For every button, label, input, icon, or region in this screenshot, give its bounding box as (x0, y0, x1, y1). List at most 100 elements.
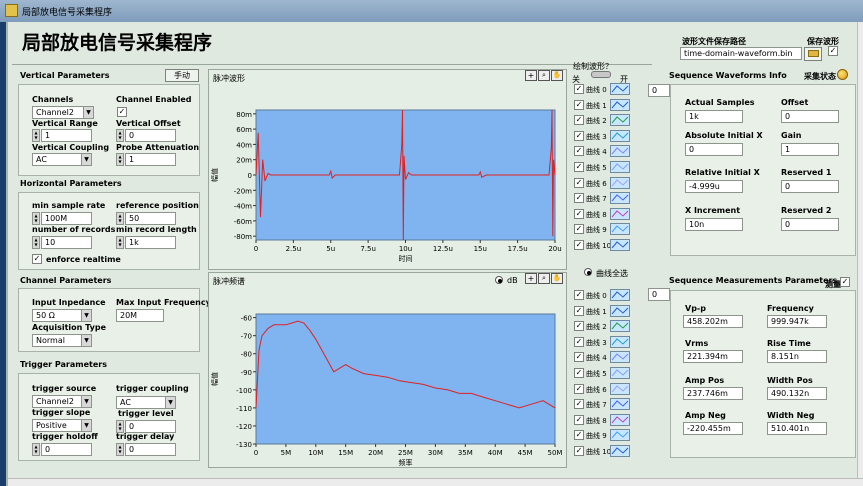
zoom-icon[interactable]: ⌕ (538, 273, 550, 284)
spin-arrows-icon[interactable]: ▲ ▼ (116, 129, 124, 142)
spin-arrows-icon[interactable]: ▲ ▼ (32, 236, 40, 249)
legend-checkbox[interactable]: ✓ (574, 305, 584, 316)
spin-arrows-icon[interactable]: ▲ ▼ (32, 129, 40, 142)
spin-arrows-icon[interactable]: ▲ ▼ (116, 212, 124, 225)
top-legend-item[interactable]: ✓ 曲线 1 (574, 98, 634, 112)
top-legend-item[interactable]: ✓ 曲线 10 (574, 238, 634, 252)
vertical-range-value[interactable]: 1 (41, 129, 92, 142)
plot-style-icon[interactable] (610, 429, 630, 442)
plot-style-icon[interactable] (610, 83, 630, 95)
top-legend-item[interactable]: ✓ 曲线 6 (574, 176, 634, 190)
horizontal-scrollbar[interactable] (8, 478, 863, 486)
spin-arrows-icon[interactable]: ▲ ▼ (116, 236, 124, 249)
plot-style-icon[interactable] (610, 398, 630, 411)
acquisition-type-select[interactable]: Normal ▼ (32, 334, 92, 347)
probe-attenuation-control[interactable]: ▲ ▼ 1 (116, 153, 176, 166)
bottom-legend-item[interactable]: ✓ 曲线 9 (574, 428, 634, 442)
legend-checkbox[interactable]: ✓ (574, 290, 584, 300)
plot-style-icon[interactable] (610, 98, 630, 111)
record-length-value[interactable]: 1k (125, 236, 176, 249)
plot-style-icon[interactable] (610, 382, 630, 395)
sample-rate-value[interactable]: 100M (41, 212, 92, 225)
legend-checkbox[interactable]: ✓ (574, 352, 584, 363)
plot-style-icon[interactable] (610, 192, 630, 205)
legend-checkbox[interactable]: ✓ (574, 240, 584, 250)
bottom-legend-item[interactable]: ✓ 曲线 4 (574, 350, 634, 364)
vertical-offset-control[interactable]: ▲ ▼ 0 (116, 129, 176, 142)
legend-checkbox[interactable]: ✓ (574, 115, 584, 126)
legend-checkbox[interactable]: ✓ (574, 399, 584, 410)
plot-style-icon[interactable] (610, 413, 630, 426)
plot-style-icon[interactable] (610, 176, 630, 189)
plot-style-icon[interactable] (610, 223, 630, 236)
max-input-frequency-field[interactable]: 20M (116, 309, 164, 322)
zoom-icon[interactable]: ⌕ (538, 70, 550, 81)
legend-checkbox[interactable]: ✓ (574, 130, 584, 141)
channel-enabled-checkbox[interactable]: ✓ (117, 107, 127, 117)
manual-button[interactable]: 手动 (165, 69, 199, 82)
probe-attenuation-value[interactable]: 1 (125, 153, 176, 166)
plot-style-icon[interactable] (610, 335, 630, 348)
plot-style-icon[interactable] (610, 114, 630, 127)
plot-style-icon[interactable] (610, 351, 630, 364)
legend-checkbox[interactable]: ✓ (574, 336, 584, 347)
legend-checkbox[interactable]: ✓ (574, 177, 584, 188)
plot-style-icon[interactable] (610, 207, 630, 220)
bottom-legend-item[interactable]: ✓ 曲线 5 (574, 366, 634, 380)
measure-checkbox[interactable]: ✓ (840, 277, 850, 287)
trigger-coupling-select[interactable]: AC ▼ (116, 396, 176, 409)
reference-position-value[interactable]: 50 (125, 212, 176, 225)
crosshair-icon[interactable]: + (525, 273, 537, 284)
plot-style-icon[interactable] (610, 445, 630, 457)
time-waveform-chart[interactable]: 80m60m40m20m0-20m-40m-60m-80m0 2.5u 5u 7.5u… (209, 82, 566, 268)
top-legend-item[interactable]: ✓ 曲线 7 (574, 191, 634, 205)
top-legend-item[interactable]: ✓ 曲线 3 (574, 129, 634, 143)
legend-checkbox[interactable]: ✓ (574, 208, 584, 219)
spin-arrows-icon[interactable]: ▲ ▼ (116, 153, 124, 166)
vertical-scrollbar[interactable] (857, 22, 863, 478)
input-impedance-select[interactable]: 50 Ω ▼ (32, 309, 92, 322)
crosshair-icon[interactable]: + (525, 70, 537, 81)
legend-checkbox[interactable]: ✓ (574, 446, 584, 456)
vertical-offset-value[interactable]: 0 (125, 129, 176, 142)
spin-arrows-icon[interactable]: ▲ ▼ (32, 443, 40, 456)
top-legend-item[interactable]: ✓ 曲线 2 (574, 113, 634, 127)
legend-checkbox[interactable]: ✓ (574, 383, 584, 394)
legend-checkbox[interactable]: ✓ (574, 84, 584, 94)
plot-style-icon[interactable] (610, 145, 630, 158)
enforce-realtime-checkbox[interactable]: ✓ (32, 254, 42, 264)
plot-style-icon[interactable] (610, 239, 630, 251)
legend-checkbox[interactable]: ✓ (574, 99, 584, 110)
legend-checkbox[interactable]: ✓ (574, 321, 584, 332)
plot-style-icon[interactable] (610, 129, 630, 142)
legend-checkbox[interactable]: ✓ (574, 430, 584, 441)
plot-style-icon[interactable] (610, 367, 630, 379)
browse-folder-button[interactable] (804, 47, 822, 61)
bottom-legend-item[interactable]: ✓ 曲线 1 (574, 304, 634, 318)
number-of-records-control[interactable]: ▲ ▼ 10 (32, 236, 92, 249)
top-legend-item[interactable]: ✓ 曲线 4 (574, 144, 634, 158)
top-legend-item[interactable]: ✓ 曲线 8 (574, 207, 634, 221)
legend-checkbox[interactable]: ✓ (574, 193, 584, 204)
spin-arrows-icon[interactable]: ▲ ▼ (116, 443, 124, 456)
bottom-legend-item[interactable]: ✓ 曲线 10 (574, 444, 634, 458)
bottom-legend-item[interactable]: ✓ 曲线 6 (574, 382, 634, 396)
trigger-delay-value[interactable]: 0 (125, 443, 176, 456)
legend-checkbox[interactable]: ✓ (574, 146, 584, 157)
number-of-records-value[interactable]: 10 (41, 236, 92, 249)
save-path-input[interactable]: time-domain-waveform.bin (680, 47, 802, 60)
trigger-holdoff-control[interactable]: ▲ ▼ 0 (32, 443, 92, 456)
top-legend-item[interactable]: ✓ 曲线 9 (574, 222, 634, 236)
pan-hand-icon[interactable]: ✋ (551, 70, 563, 81)
pan-hand-icon[interactable]: ✋ (551, 273, 563, 284)
plot-style-icon[interactable] (610, 320, 630, 333)
top-legend-item[interactable]: ✓ 曲线 5 (574, 160, 634, 174)
legend-checkbox[interactable]: ✓ (574, 224, 584, 235)
spectrum-chart[interactable]: -60 -70 -80 -90 -100 -110 -120 -1300 5M 10M 15M 20M… (209, 285, 566, 467)
legend-checkbox[interactable]: ✓ (574, 162, 584, 172)
trigger-delay-control[interactable]: ▲ ▼ 0 (116, 443, 176, 456)
legend-top-index[interactable]: 0 (648, 84, 670, 97)
bottom-legend-item[interactable]: ✓ 曲线 8 (574, 413, 634, 427)
plot-style-icon[interactable] (610, 304, 630, 317)
bottom-legend-item[interactable]: ✓ 曲线 0 (574, 288, 634, 302)
